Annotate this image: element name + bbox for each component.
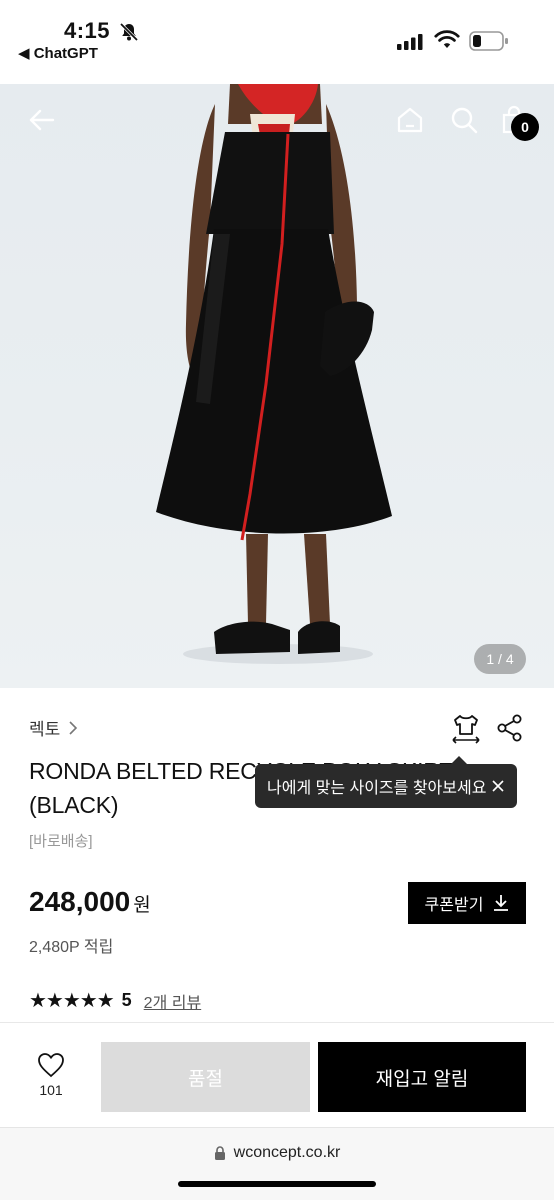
reward-points: 2,480P 적립 (29, 939, 114, 956)
coupon-label: 쿠폰받기 (424, 897, 484, 914)
price-unit: 원 (133, 895, 151, 916)
status-bar: 4:15 ◀ ChatGPT (0, 0, 554, 84)
review-link[interactable]: 2개 리뷰 (144, 989, 202, 1013)
close-icon[interactable] (489, 777, 507, 795)
chevron-right-icon (69, 720, 78, 735)
coupon-button[interactable]: 쿠폰받기 (408, 882, 526, 924)
price: 248,000 원 (29, 886, 151, 918)
like-button[interactable]: 101 (28, 1052, 74, 1098)
like-count: 101 (39, 1082, 63, 1098)
back-to-app-link[interactable]: ◀ ChatGPT (18, 44, 98, 62)
brand-link[interactable]: 렉토 (29, 715, 78, 740)
home-indicator (178, 1181, 376, 1187)
rating-stars: ★★★★★ (29, 990, 115, 1012)
download-icon (494, 895, 509, 911)
restock-alert-button[interactable]: 재입고 알림 (318, 1042, 526, 1112)
brand-name: 렉토 (29, 720, 61, 739)
tooltip-text: 나에게 맞는 사이즈를 찾아보세요 (267, 780, 487, 797)
bell-slash-icon (119, 22, 139, 42)
gallery-pager: 1 / 4 (474, 644, 526, 674)
price-value: 248,000 (29, 886, 131, 917)
divider (0, 1022, 554, 1023)
product-gallery[interactable] (0, 84, 554, 688)
delivery-tag: [바로배송] (29, 833, 93, 850)
url-text: wconcept.co.kr (233, 1144, 341, 1161)
rating: ★★★★★ 5 2개 리뷰 (29, 988, 201, 1013)
back-button[interactable] (24, 102, 60, 138)
product-photo (156, 84, 392, 664)
browser-bar: wconcept.co.kr (0, 1127, 554, 1200)
status-time: 4:15 (64, 18, 111, 43)
size-tooltip: 나에게 맞는 사이즈를 찾아보세요 (255, 756, 517, 808)
size-guide-icon[interactable] (450, 712, 482, 744)
wifi-icon (434, 30, 460, 48)
cart-count-badge: 0 (511, 113, 539, 141)
share-icon[interactable] (496, 714, 524, 742)
back-arrow-icon (29, 109, 55, 131)
battery-icon (469, 31, 508, 51)
home-icon (397, 107, 423, 133)
address-bar[interactable]: wconcept.co.kr (0, 1144, 554, 1162)
home-button[interactable] (392, 102, 428, 138)
heart-icon (38, 1053, 64, 1078)
search-button[interactable] (446, 102, 482, 138)
lock-icon (214, 1146, 225, 1160)
search-icon (451, 107, 478, 134)
soldout-button[interactable]: 품절 (101, 1042, 310, 1112)
signal-icon (397, 34, 423, 50)
rating-value: 5 (121, 990, 132, 1010)
